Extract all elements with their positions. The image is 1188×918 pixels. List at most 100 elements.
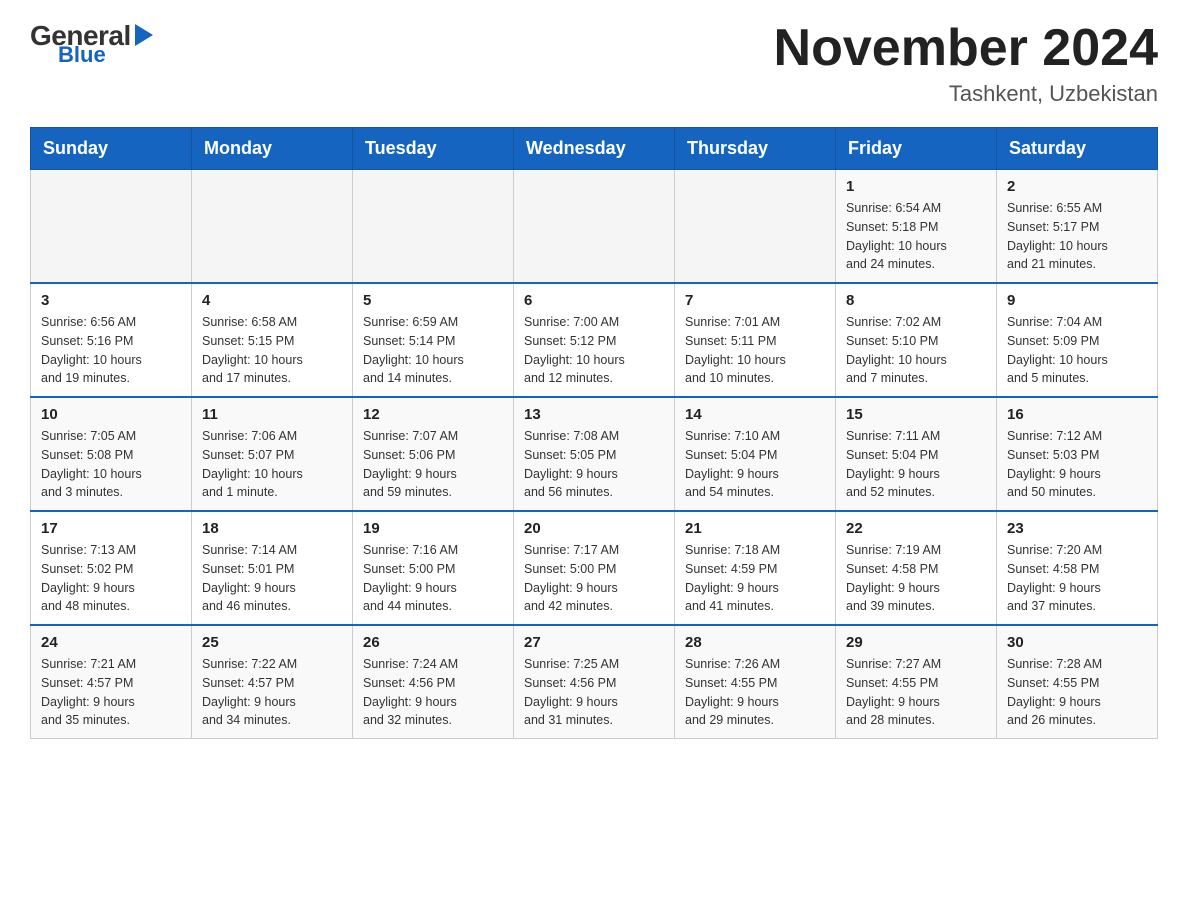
calendar-day-cell: 15 Sunrise: 7:11 AMSunset: 5:04 PMDayligh… [836,397,997,511]
day-number: 10 [41,406,181,423]
day-number: 23 [1007,520,1147,537]
calendar-day-cell: 29 Sunrise: 7:27 AMSunset: 4:55 PMDayligh… [836,625,997,739]
calendar-day-cell: 26 Sunrise: 7:24 AMSunset: 4:56 PMDayligh… [353,625,514,739]
page-header: General Blue November 2024 Tashkent, Uzb… [30,20,1158,107]
location-subtitle: Tashkent, Uzbekistan [774,81,1158,107]
day-info-text: Sunrise: 7:13 AMSunset: 5:02 PMDaylight:… [41,541,181,616]
day-info-text: Sunrise: 7:00 AMSunset: 5:12 PMDaylight:… [524,313,664,388]
day-info-text: Sunrise: 6:55 AMSunset: 5:17 PMDaylight:… [1007,199,1147,274]
title-block: November 2024 Tashkent, Uzbekistan [774,20,1158,107]
day-info-text: Sunrise: 6:56 AMSunset: 5:16 PMDaylight:… [41,313,181,388]
day-info-text: Sunrise: 6:58 AMSunset: 5:15 PMDaylight:… [202,313,342,388]
day-number: 25 [202,634,342,651]
day-number: 19 [363,520,503,537]
day-info-text: Sunrise: 7:21 AMSunset: 4:57 PMDaylight:… [41,655,181,730]
calendar-day-cell: 18 Sunrise: 7:14 AMSunset: 5:01 PMDayligh… [192,511,353,625]
day-number: 5 [363,292,503,309]
calendar-day-cell: 8Sunrise: 7:02 AMSunset: 5:10 PMDaylight… [836,283,997,397]
calendar-day-cell: 24 Sunrise: 7:21 AMSunset: 4:57 PMDayligh… [31,625,192,739]
calendar-week-row: 3 Sunrise: 6:56 AMSunset: 5:16 PMDaylight… [31,283,1158,397]
calendar-day-cell: 7Sunrise: 7:01 AMSunset: 5:11 PMDaylight… [675,283,836,397]
day-number: 27 [524,634,664,651]
calendar-table: Sunday Monday Tuesday Wednesday Thursday… [30,127,1158,739]
day-info-text: Sunrise: 7:18 AMSunset: 4:59 PMDaylight:… [685,541,825,616]
day-info-text: Sunrise: 7:14 AMSunset: 5:01 PMDaylight:… [202,541,342,616]
day-number: 17 [41,520,181,537]
day-info-text: Sunrise: 6:54 AMSunset: 5:18 PMDaylight:… [846,199,986,274]
day-info-text: Sunrise: 7:02 AMSunset: 5:10 PMDaylight:… [846,313,986,388]
day-number: 3 [41,292,181,309]
day-number: 28 [685,634,825,651]
calendar-day-cell [514,170,675,284]
calendar-day-cell: 9Sunrise: 7:04 AMSunset: 5:09 PMDaylight… [997,283,1158,397]
calendar-day-cell: 23 Sunrise: 7:20 AMSunset: 4:58 PMDayligh… [997,511,1158,625]
day-number: 15 [846,406,986,423]
day-number: 24 [41,634,181,651]
calendar-day-cell: 14 Sunrise: 7:10 AMSunset: 5:04 PMDayligh… [675,397,836,511]
calendar-day-cell: 17 Sunrise: 7:13 AMSunset: 5:02 PMDayligh… [31,511,192,625]
day-number: 4 [202,292,342,309]
day-info-text: Sunrise: 7:01 AMSunset: 5:11 PMDaylight:… [685,313,825,388]
calendar-day-cell: 20 Sunrise: 7:17 AMSunset: 5:00 PMDayligh… [514,511,675,625]
day-number: 13 [524,406,664,423]
day-number: 16 [1007,406,1147,423]
day-info-text: Sunrise: 7:10 AMSunset: 5:04 PMDaylight:… [685,427,825,502]
calendar-day-cell: 6 Sunrise: 7:00 AMSunset: 5:12 PMDaylight… [514,283,675,397]
day-number: 2 [1007,178,1147,195]
col-monday: Monday [192,128,353,170]
day-info-text: Sunrise: 7:27 AMSunset: 4:55 PMDaylight:… [846,655,986,730]
calendar-day-cell: 11Sunrise: 7:06 AMSunset: 5:07 PMDayligh… [192,397,353,511]
day-number: 1 [846,178,986,195]
logo-blue-text: Blue [58,42,106,68]
day-number: 6 [524,292,664,309]
logo: General Blue [30,20,153,68]
day-number: 20 [524,520,664,537]
logo-triangle-icon [135,24,153,46]
calendar-day-cell: 12 Sunrise: 7:07 AMSunset: 5:06 PMDayligh… [353,397,514,511]
day-number: 29 [846,634,986,651]
calendar-week-row: 1 Sunrise: 6:54 AMSunset: 5:18 PMDaylight… [31,170,1158,284]
day-number: 14 [685,406,825,423]
day-info-text: Sunrise: 7:24 AMSunset: 4:56 PMDaylight:… [363,655,503,730]
day-number: 21 [685,520,825,537]
calendar-day-cell: 21 Sunrise: 7:18 AMSunset: 4:59 PMDayligh… [675,511,836,625]
day-number: 30 [1007,634,1147,651]
day-info-text: Sunrise: 7:26 AMSunset: 4:55 PMDaylight:… [685,655,825,730]
day-info-text: Sunrise: 7:11 AMSunset: 5:04 PMDaylight:… [846,427,986,502]
calendar-day-cell: 3 Sunrise: 6:56 AMSunset: 5:16 PMDaylight… [31,283,192,397]
calendar-day-cell: 22 Sunrise: 7:19 AMSunset: 4:58 PMDayligh… [836,511,997,625]
day-info-text: Sunrise: 7:17 AMSunset: 5:00 PMDaylight:… [524,541,664,616]
day-info-text: Sunrise: 7:25 AMSunset: 4:56 PMDaylight:… [524,655,664,730]
calendar-day-cell: 2 Sunrise: 6:55 AMSunset: 5:17 PMDaylight… [997,170,1158,284]
col-tuesday: Tuesday [353,128,514,170]
calendar-week-row: 17 Sunrise: 7:13 AMSunset: 5:02 PMDayligh… [31,511,1158,625]
calendar-day-cell: 30 Sunrise: 7:28 AMSunset: 4:55 PMDayligh… [997,625,1158,739]
calendar-day-cell [675,170,836,284]
calendar-day-cell: 19Sunrise: 7:16 AMSunset: 5:00 PMDayligh… [353,511,514,625]
calendar-day-cell: 28 Sunrise: 7:26 AMSunset: 4:55 PMDayligh… [675,625,836,739]
day-info-text: Sunrise: 7:20 AMSunset: 4:58 PMDaylight:… [1007,541,1147,616]
calendar-day-cell: 27 Sunrise: 7:25 AMSunset: 4:56 PMDayligh… [514,625,675,739]
day-info-text: Sunrise: 7:19 AMSunset: 4:58 PMDaylight:… [846,541,986,616]
calendar-day-cell [31,170,192,284]
day-number: 12 [363,406,503,423]
col-wednesday: Wednesday [514,128,675,170]
day-info-text: Sunrise: 7:08 AMSunset: 5:05 PMDaylight:… [524,427,664,502]
calendar-day-cell: 10Sunrise: 7:05 AMSunset: 5:08 PMDayligh… [31,397,192,511]
day-info-text: Sunrise: 7:22 AMSunset: 4:57 PMDaylight:… [202,655,342,730]
month-title: November 2024 [774,20,1158,77]
calendar-day-cell [192,170,353,284]
day-info-text: Sunrise: 7:07 AMSunset: 5:06 PMDaylight:… [363,427,503,502]
day-info-text: Sunrise: 7:28 AMSunset: 4:55 PMDaylight:… [1007,655,1147,730]
day-number: 18 [202,520,342,537]
day-number: 22 [846,520,986,537]
calendar-day-cell: 25 Sunrise: 7:22 AMSunset: 4:57 PMDayligh… [192,625,353,739]
day-info-text: Sunrise: 7:12 AMSunset: 5:03 PMDaylight:… [1007,427,1147,502]
calendar-day-cell: 13 Sunrise: 7:08 AMSunset: 5:05 PMDayligh… [514,397,675,511]
calendar-header-row: Sunday Monday Tuesday Wednesday Thursday… [31,128,1158,170]
day-number: 11 [202,406,342,423]
calendar-day-cell: 5Sunrise: 6:59 AMSunset: 5:14 PMDaylight… [353,283,514,397]
day-number: 26 [363,634,503,651]
col-sunday: Sunday [31,128,192,170]
col-friday: Friday [836,128,997,170]
